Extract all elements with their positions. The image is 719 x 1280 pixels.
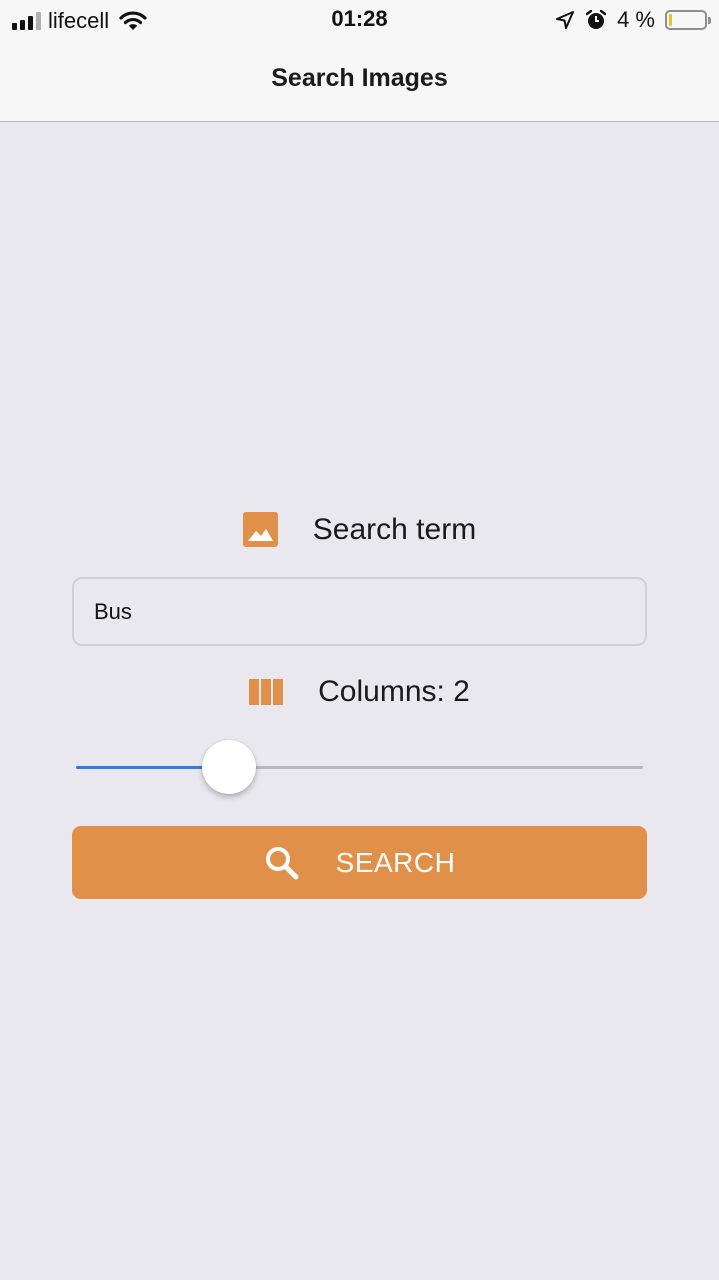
columns-icon (249, 679, 284, 705)
search-button[interactable]: SEARCH (72, 826, 647, 899)
location-arrow-icon (555, 10, 575, 30)
page-title: Search Images (271, 64, 448, 92)
navigation-bar: Search Images (0, 40, 719, 122)
status-bar: lifecell 01:28 4 % (0, 0, 719, 40)
search-button-label: SEARCH (335, 846, 456, 878)
slider-thumb[interactable] (202, 740, 257, 794)
columns-label-row: Columns: 2 (0, 675, 719, 709)
image-icon (242, 512, 278, 547)
alarm-clock-icon (585, 9, 607, 31)
battery-percent: 4 % (617, 7, 655, 32)
columns-label: Columns: 2 (318, 675, 470, 708)
status-right: 4 % (555, 7, 711, 33)
search-term-label: Search term (312, 512, 477, 546)
search-icon (264, 845, 300, 881)
battery-icon (665, 10, 711, 30)
columns-slider[interactable] (76, 740, 643, 796)
search-term-label-row: Search term (0, 512, 719, 547)
search-input[interactable] (72, 577, 647, 646)
